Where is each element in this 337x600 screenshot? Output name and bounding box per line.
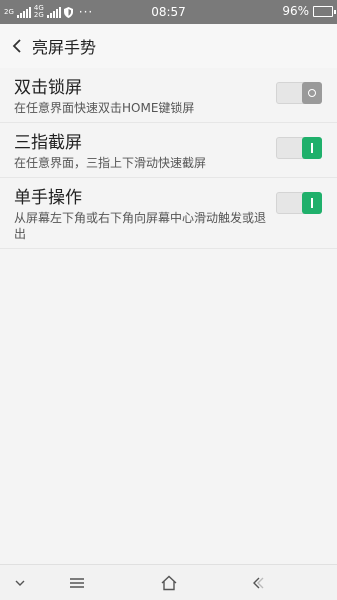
navigation-bar xyxy=(0,564,337,600)
home-button[interactable] xyxy=(158,573,180,593)
back-button[interactable] xyxy=(2,24,32,68)
settings-list: 双击锁屏 在任意界面快速双击HOME键锁屏 三指截屏 在任意界面，三指上下滑动快… xyxy=(0,68,337,249)
setting-one-hand-mode: 单手操作 从屏幕左下角或右下角向屏幕中心滑动触发或退出 xyxy=(0,178,337,249)
setting-description: 从屏幕左下角或右下角向屏幕中心滑动触发或退出 xyxy=(14,211,267,241)
setting-three-finger-screenshot: 三指截屏 在任意界面，三指上下滑动快速截屏 xyxy=(0,123,337,178)
double-tap-lock-toggle[interactable] xyxy=(276,82,322,104)
chevron-left-icon xyxy=(12,39,21,53)
status-bar: 2G 4G 2G ··· 08:57 96% xyxy=(0,0,337,24)
setting-description: 在任意界面快速双击HOME键锁屏 xyxy=(14,101,195,115)
battery-percent: 96% xyxy=(282,4,309,18)
page-title: 亮屏手势 xyxy=(32,38,97,57)
toggle-knob xyxy=(302,192,322,214)
menu-button[interactable] xyxy=(66,573,88,593)
three-finger-screenshot-toggle[interactable] xyxy=(276,137,322,159)
back-nav-button[interactable] xyxy=(251,573,273,593)
toggle-knob xyxy=(302,137,322,159)
setting-double-tap-lock: 双击锁屏 在任意界面快速双击HOME键锁屏 xyxy=(0,68,337,123)
one-hand-mode-toggle[interactable] xyxy=(276,192,322,214)
collapse-button[interactable] xyxy=(9,573,31,593)
app-header: 亮屏手势 xyxy=(0,24,337,68)
menu-icon xyxy=(70,578,84,588)
toggle-knob xyxy=(302,82,322,104)
back-icon xyxy=(253,577,264,589)
home-icon xyxy=(161,575,177,591)
chevron-down-icon xyxy=(15,580,25,586)
setting-description: 在任意界面，三指上下滑动快速截屏 xyxy=(14,156,207,170)
status-right: 96% xyxy=(282,4,336,18)
battery-icon xyxy=(313,5,336,17)
